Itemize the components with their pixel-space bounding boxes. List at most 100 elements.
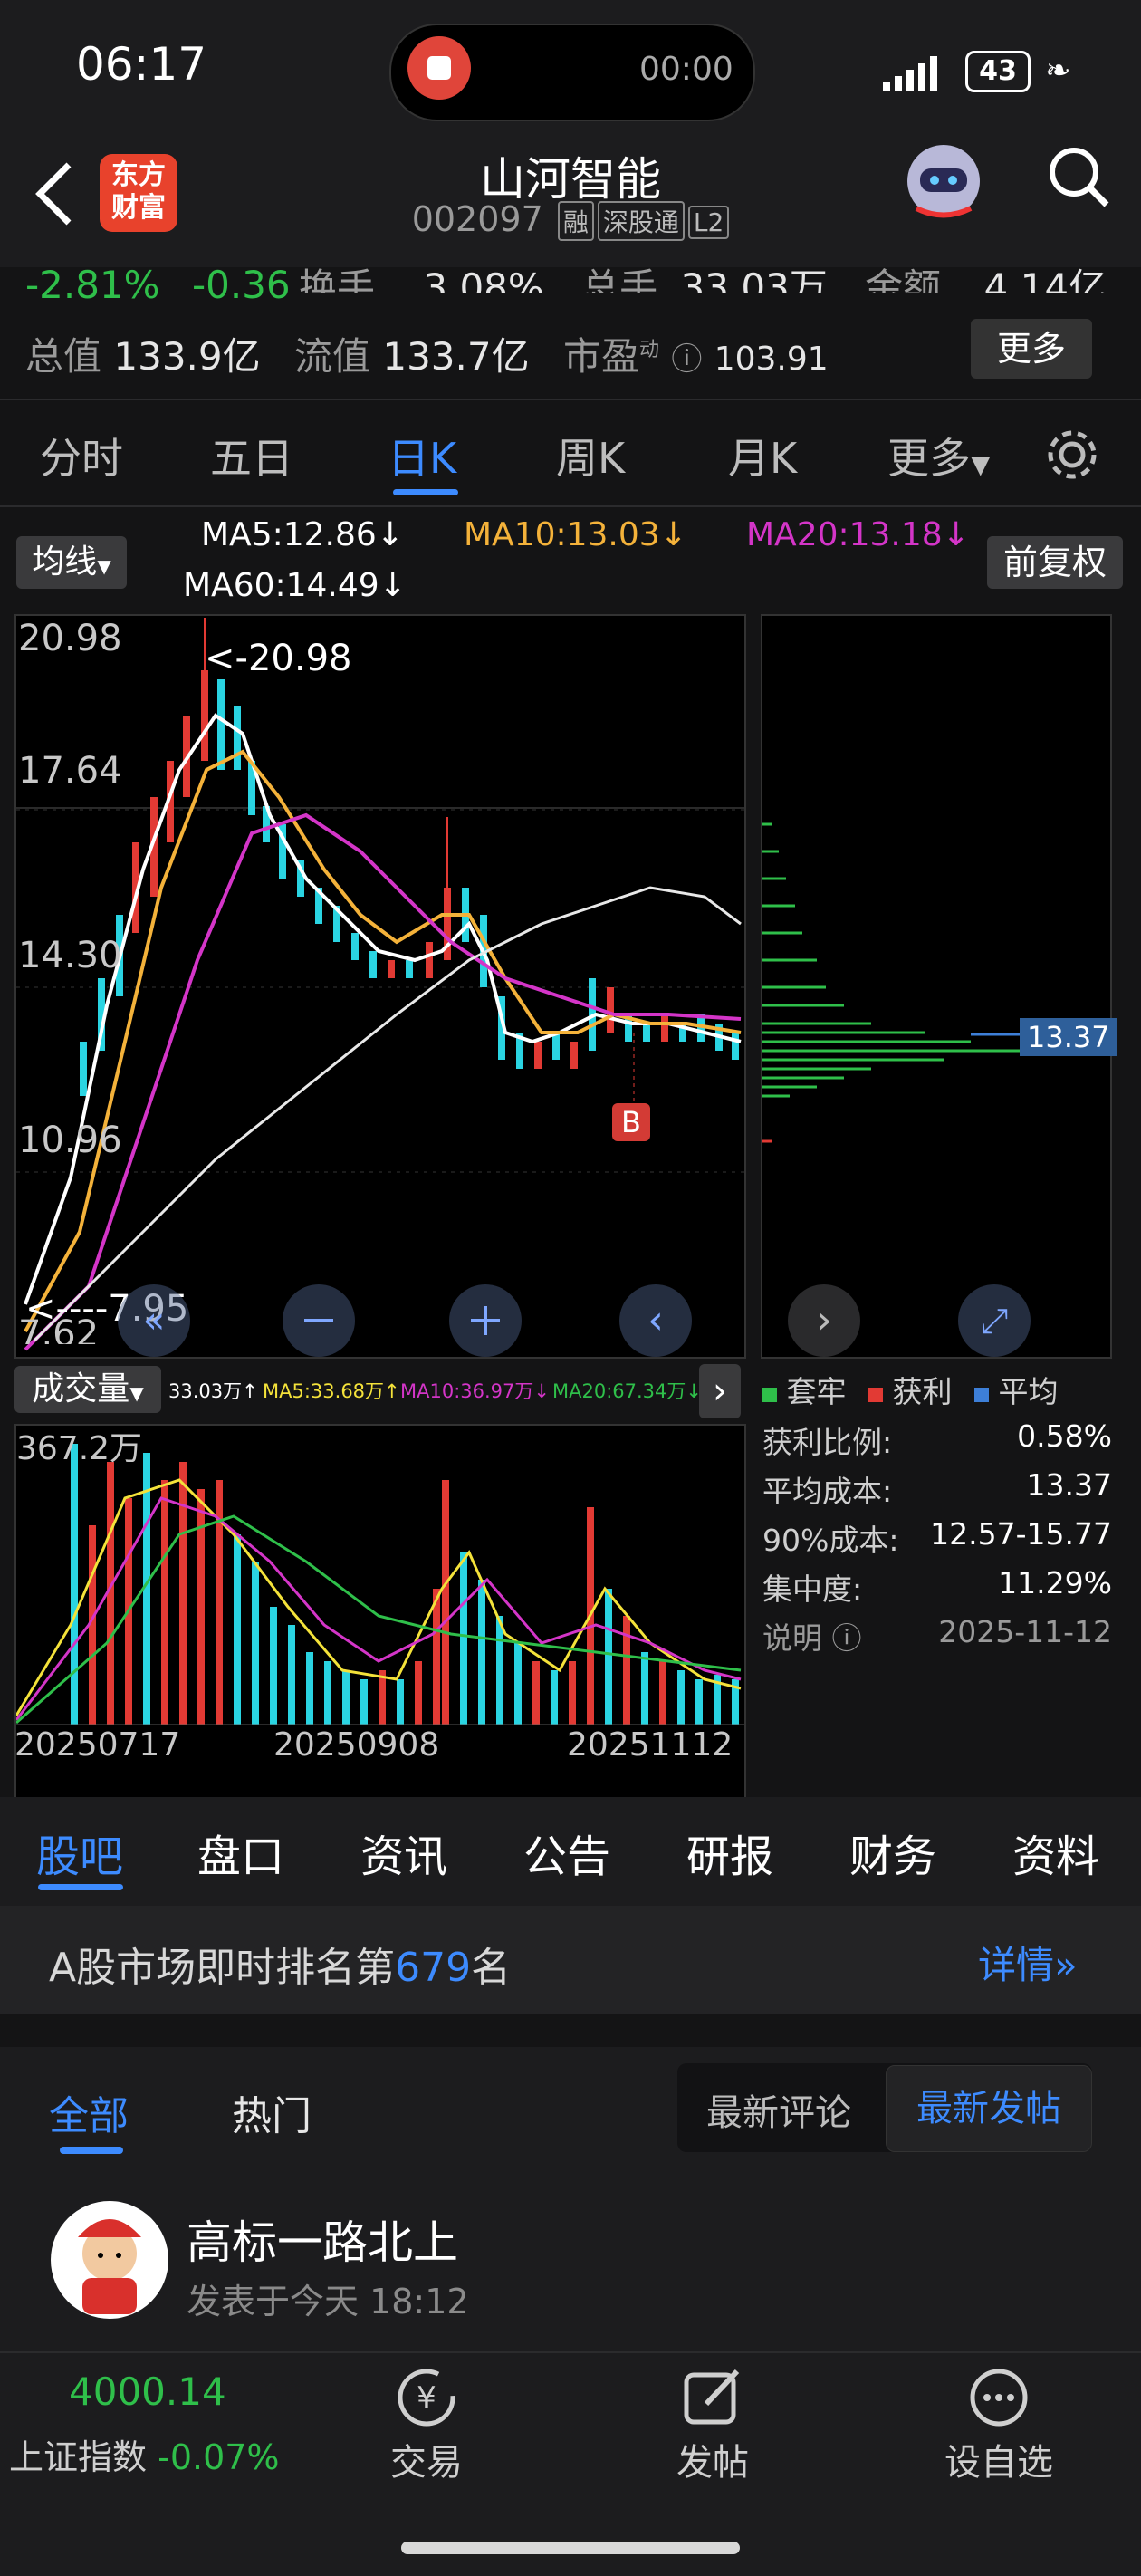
ma10-value: MA10:13.03↓ <box>464 516 687 553</box>
tab-guba[interactable]: 股吧 <box>36 1821 123 1884</box>
active-tab-indicator <box>38 1884 123 1890</box>
rank-detail-link[interactable]: 详情» <box>978 1935 1078 1990</box>
ma-selector[interactable]: 均线▼ <box>16 536 127 589</box>
stat-row: 获利比例: 0.58% <box>762 1418 1112 1467</box>
expand-icon[interactable]: ⤢ <box>958 1284 1031 1357</box>
more-dots-icon[interactable] <box>967 2366 1031 2429</box>
info-circle-icon[interactable]: ⓘ <box>671 341 702 378</box>
sort-latest-post[interactable]: 最新发帖 <box>886 2065 1092 2152</box>
tab-finance[interactable]: 财务 <box>849 1821 936 1884</box>
search-icon[interactable] <box>1047 145 1110 208</box>
robot-assistant-icon[interactable] <box>898 136 989 226</box>
home-indicator[interactable] <box>401 2542 740 2554</box>
vol-ma5: MA5:33.68万↑ <box>263 1380 400 1402</box>
tab-news[interactable]: 资讯 <box>360 1821 447 1884</box>
buy-marker[interactable]: B <box>612 1103 650 1141</box>
nav-post-label[interactable]: 发帖 <box>622 2433 803 2485</box>
record-time: 00:00 <box>639 51 734 88</box>
chevron-left-icon[interactable]: ‹ <box>619 1284 692 1357</box>
turnover-value: 3.08% <box>423 265 544 293</box>
more-button[interactable]: 更多 <box>971 319 1092 379</box>
tab-profile[interactable]: 资料 <box>1012 1821 1099 1884</box>
chip-stats: 获利比例: 0.58% 平均成本: 13.37 90%成本: 12.57-15.77 … <box>762 1418 1112 1663</box>
avatar[interactable] <box>51 2201 168 2319</box>
tab-announcements[interactable]: 公告 <box>523 1821 610 1884</box>
volume-selector[interactable]: 成交量▼ <box>14 1366 161 1413</box>
rank-text: A股市场即时排名第679名 <box>49 1935 511 1993</box>
nav-watch-label[interactable]: 设自选 <box>908 2433 1089 2485</box>
stat-label: 集中度: <box>762 1572 863 1607</box>
mktcap-label: 总值 <box>25 334 102 379</box>
post-meta: 发表于今天 18:12 <box>187 2282 469 2321</box>
svg-text:¥: ¥ <box>417 2380 436 2417</box>
legend-trapped: 套牢 <box>786 1374 847 1409</box>
volume-value: 33.03万↑ <box>168 1380 258 1402</box>
stat-row[interactable]: 说明 ⓘ 2025-11-12 <box>762 1614 1112 1663</box>
stat-row: 集中度: 11.29% <box>762 1565 1112 1614</box>
tab-weekly-k[interactable]: 周K <box>556 426 625 485</box>
record-icon[interactable] <box>408 36 471 100</box>
volume-selector-label: 成交量 <box>32 1370 130 1408</box>
stat-label: 平均成本: <box>762 1474 893 1509</box>
mktcap-value: 133.9亿 <box>113 334 261 379</box>
zoom-in-icon[interactable] <box>449 1284 522 1357</box>
volume-value: 33.03万 <box>680 265 828 293</box>
tab-intraday[interactable]: 分时 <box>40 426 123 485</box>
tab-monthly-k[interactable]: 月K <box>728 426 797 485</box>
amount-value: 4.14亿 <box>983 265 1107 293</box>
ma20-value: MA20:13.18↓ <box>746 516 970 553</box>
chip-distribution-panel <box>761 614 1112 1359</box>
adjust-selector[interactable]: 前复权 <box>987 536 1123 589</box>
volume-axis-max: 367.2万 <box>16 1430 143 1467</box>
price-axis-label: 10.96 <box>18 1120 122 1161</box>
stat-label: 说明 <box>762 1620 822 1656</box>
chevron-right-icon[interactable]: › <box>699 1364 741 1418</box>
clock: 06:17 <box>76 38 207 91</box>
gear-icon[interactable] <box>1043 426 1101 484</box>
tab-research[interactable]: 研报 <box>686 1821 773 1884</box>
nav-trade-label[interactable]: 交易 <box>336 2433 517 2485</box>
rank-detail-label: 详情 <box>978 1943 1055 1987</box>
edit-post-icon[interactable] <box>681 2366 744 2429</box>
tab-five-day[interactable]: 五日 <box>210 426 293 485</box>
divider <box>0 2351 1141 2353</box>
volume-label: 总手 <box>581 265 658 293</box>
zoom-out-icon[interactable] <box>283 1284 355 1357</box>
tag-l2: L2 <box>687 206 730 239</box>
float-value: 133.7亿 <box>382 334 530 379</box>
stat-value: 11.29% <box>998 1565 1112 1600</box>
info-circle-icon[interactable]: ⓘ <box>832 1620 862 1656</box>
feed-tab-hot[interactable]: 热门 <box>232 2083 312 2141</box>
double-left-icon[interactable]: « <box>118 1284 190 1357</box>
price-axis-label: 17.64 <box>18 750 122 792</box>
legend-swatch-trapped <box>762 1388 777 1402</box>
chip-distribution-svg <box>762 822 1025 1143</box>
tab-daily-k[interactable]: 日K <box>388 426 456 485</box>
rank-suffix: 名 <box>471 1945 512 1991</box>
stat-row: 平均成本: 13.37 <box>762 1467 1112 1516</box>
post-author[interactable]: 高标一路北上 <box>187 2206 458 2272</box>
candlestick-chart[interactable] <box>14 614 746 1359</box>
stat-label: 90%成本: <box>762 1523 899 1558</box>
vol-ma20: MA20:67.34万↓ <box>552 1380 702 1402</box>
index-line[interactable]: 上证指数 -0.07% <box>9 2429 280 2479</box>
sort-latest-comment[interactable]: 最新评论 <box>706 2083 851 2136</box>
tab-more-label: 更多 <box>887 434 971 483</box>
avatar-illustration <box>78 2219 141 2314</box>
double-chevron-right-icon: » <box>1054 1943 1078 1987</box>
chip-legend: 套牢 获利 平均 <box>762 1368 1059 1411</box>
tab-more[interactable]: 更多▼ <box>887 426 991 485</box>
ma60-value: MA60:14.49↓ <box>183 567 407 604</box>
pe-value: 103.91 <box>714 341 829 378</box>
tab-pankou[interactable]: 盘口 <box>197 1821 284 1884</box>
tag-margin: 融 <box>557 201 594 241</box>
date-axis-label: 20250908 <box>273 1726 440 1764</box>
stat-row: 90%成本: 12.57-15.77 <box>762 1516 1112 1565</box>
trade-icon[interactable]: ¥ <box>395 2366 458 2429</box>
chevron-right-icon[interactable]: › <box>788 1284 860 1357</box>
index-value[interactable]: 4000.14 <box>69 2369 226 2414</box>
legend-swatch-average <box>974 1388 989 1402</box>
date-axis-label: 20251112 <box>567 1726 734 1764</box>
stock-code: 002097 <box>411 199 543 239</box>
feed-tab-all[interactable]: 全部 <box>49 2083 129 2141</box>
